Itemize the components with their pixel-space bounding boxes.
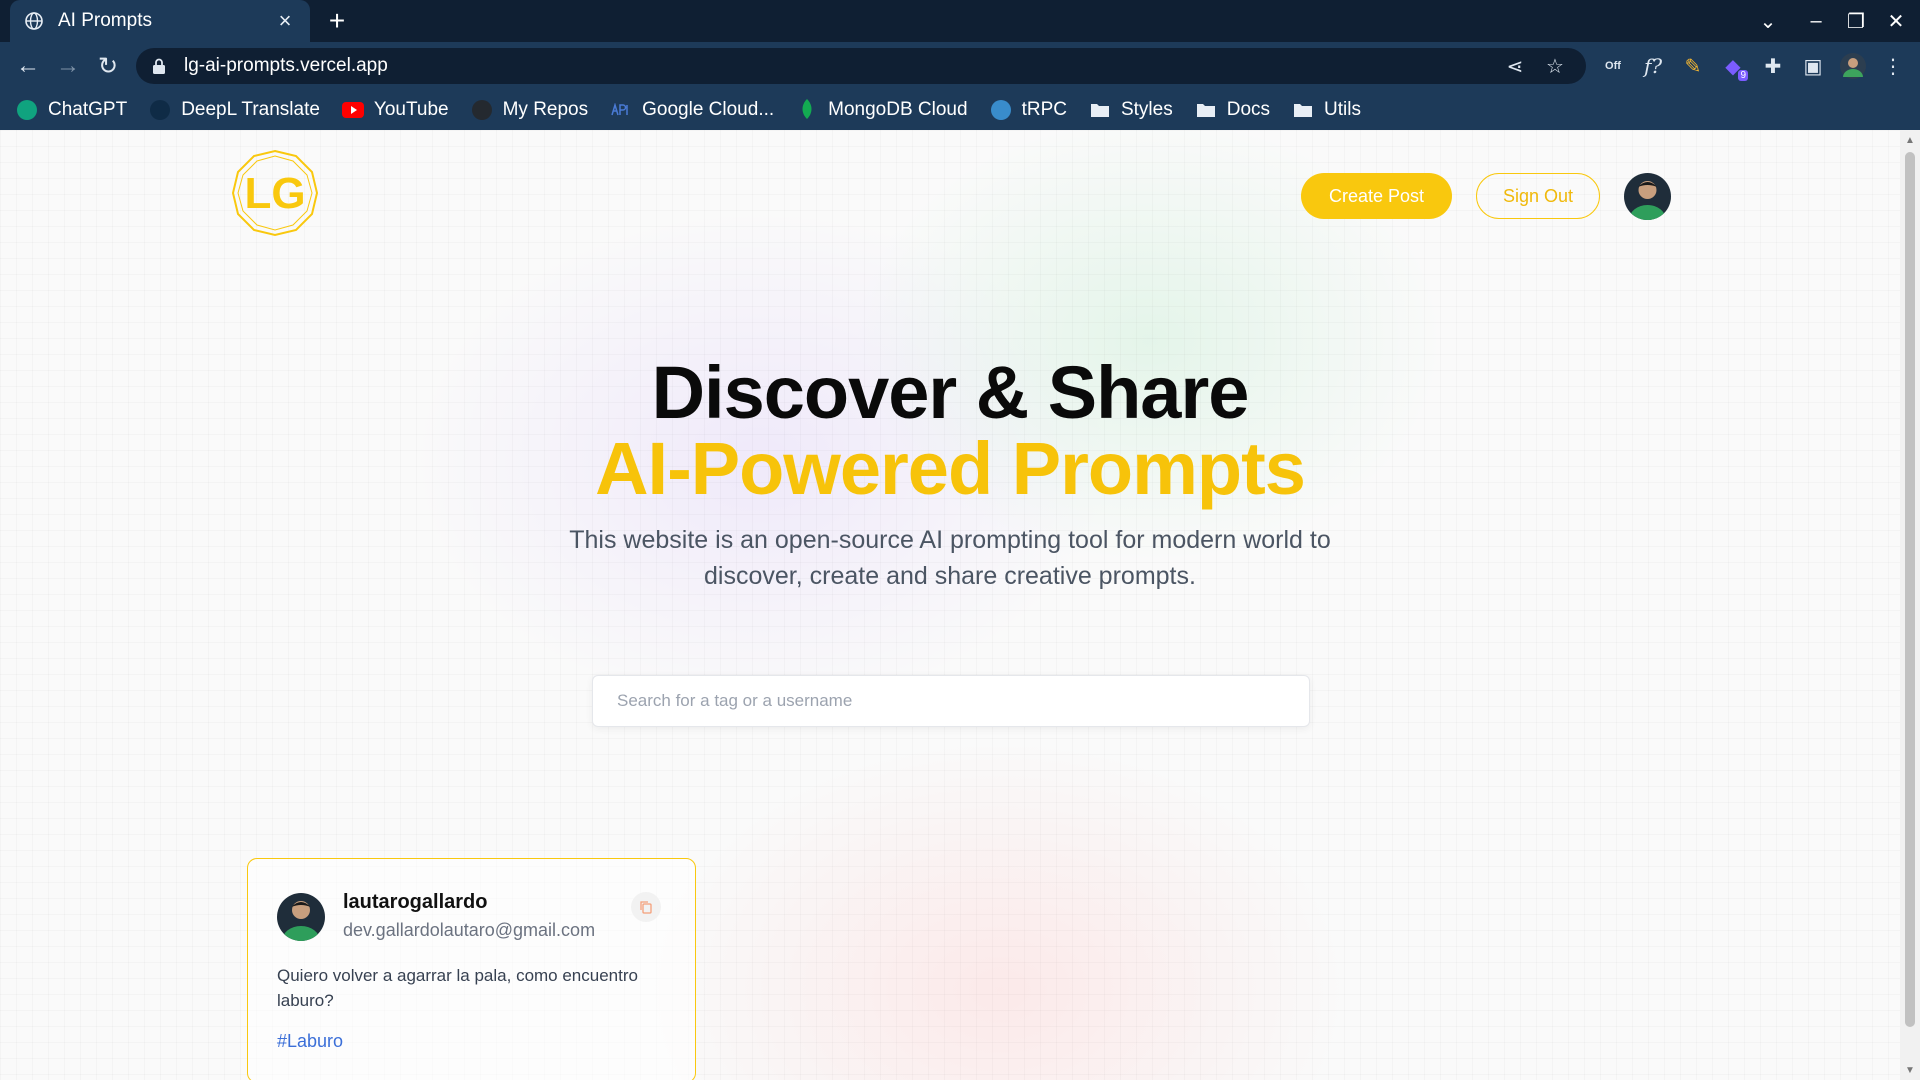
bookmark-label: My Repos (502, 99, 589, 120)
page-scrollbar[interactable]: ▲ ▼ (1900, 130, 1920, 1080)
folder-icon (1292, 99, 1314, 121)
chatgpt-icon (16, 99, 38, 121)
post-author-avatar[interactable] (277, 893, 325, 941)
restore-button[interactable]: ❐ (1836, 0, 1876, 42)
bookmark-label: Google Cloud... (642, 99, 775, 120)
formula-extension-label: f? (1643, 54, 1663, 78)
url-text: lg-ai-prompts.vercel.app (184, 55, 388, 76)
sign-out-button[interactable]: Sign Out (1476, 173, 1600, 219)
user-avatar[interactable] (1624, 173, 1671, 220)
deepl-icon (149, 99, 171, 121)
bookmark-label: YouTube (373, 99, 449, 120)
copy-button[interactable] (631, 892, 661, 922)
new-tab-button[interactable]: + (322, 5, 352, 36)
bookmark-item[interactable]: tRPC (990, 94, 1067, 126)
bookmark-label: ChatGPT (48, 99, 128, 120)
create-post-button[interactable]: Create Post (1301, 173, 1452, 219)
tab-close-icon[interactable]: × (274, 8, 296, 33)
folder-icon (1195, 99, 1217, 121)
bookmark-label: Styles (1120, 99, 1173, 120)
lg-logo[interactable]: LG (230, 148, 320, 238)
post-prompt-text: Quiero volver a agarrar la pala, como en… (277, 966, 638, 1010)
bookmarks-bar: ChatGPT DeepL Translate YouTube My Repos Goo… (0, 90, 1920, 130)
extension-badge: 9 (1738, 70, 1748, 81)
extension-off-icon[interactable]: Off (1598, 51, 1628, 81)
extension-off-label: Off (1605, 60, 1621, 72)
forward-button[interactable]: → (52, 50, 84, 82)
trpc-icon (990, 99, 1012, 121)
mongodb-icon (796, 99, 818, 121)
lock-icon (153, 58, 165, 74)
browser-toolbar: ← → ↻ lg-ai-prompts.vercel.app ⋖ ☆ Off f… (0, 42, 1920, 90)
side-panel-icon[interactable]: ▣ (1798, 51, 1828, 81)
window-close-button[interactable]: ✕ (1876, 0, 1916, 42)
profile-avatar-icon (1840, 53, 1866, 79)
browser-menu-icon[interactable]: ⋮ (1878, 51, 1908, 81)
scroll-up-arrow-icon[interactable]: ▲ (1904, 134, 1916, 146)
api-icon (610, 99, 632, 121)
github-icon (471, 99, 493, 121)
search-input[interactable] (592, 675, 1310, 727)
shield-extension-icon[interactable]: ◆ 9 (1718, 51, 1748, 81)
extensions-puzzle-icon[interactable]: ✚ (1758, 51, 1788, 81)
bookmark-item[interactable]: DeepL Translate (149, 94, 320, 126)
pen-extension-icon[interactable]: ✎ (1678, 51, 1708, 81)
browser-tab[interactable]: AI Prompts × (10, 0, 310, 42)
tab-title: AI Prompts (58, 10, 152, 31)
bookmark-item[interactable]: MongoDB Cloud (796, 94, 968, 126)
reload-button[interactable]: ↻ (92, 50, 124, 82)
scroll-down-arrow-icon[interactable]: ▼ (1904, 1064, 1916, 1076)
page-viewport: LG Create Post Sign Out Discover & Share… (0, 130, 1920, 1080)
bookmark-label: Utils (1324, 99, 1361, 120)
post-email: dev.gallardolautaro@gmail.com (343, 920, 596, 940)
profile-avatar[interactable] (1838, 51, 1868, 81)
tab-search-chevron-icon[interactable]: ⌄ (1748, 0, 1788, 42)
minimize-button[interactable]: – (1796, 0, 1836, 42)
bookmark-item[interactable]: Styles (1089, 94, 1173, 126)
post-username[interactable]: lautarogallardo (343, 891, 487, 914)
post-author-avatar-image (277, 893, 325, 941)
folder-icon (1089, 99, 1111, 121)
hero-description: This website is an open-source AI prompt… (569, 526, 1331, 590)
bookmark-item[interactable]: Docs (1195, 94, 1270, 126)
copy-icon (640, 901, 652, 914)
scrollbar-thumb[interactable] (1905, 152, 1915, 1027)
hero-title-line2: AI-Powered Prompts (595, 427, 1306, 510)
address-bar[interactable]: lg-ai-prompts.vercel.app ⋖ ☆ (136, 48, 1586, 84)
bookmark-item[interactable]: My Repos (471, 94, 589, 126)
youtube-icon (341, 99, 364, 121)
globe-icon (25, 12, 43, 30)
share-icon[interactable]: ⋖ (1500, 51, 1530, 81)
bookmark-label: MongoDB Cloud (828, 99, 968, 120)
bookmark-star-icon[interactable]: ☆ (1540, 51, 1570, 81)
bookmark-label: Docs (1226, 99, 1271, 120)
browser-tab-bar: AI Prompts × + ⌄ – ❐ ✕ (0, 0, 1920, 42)
back-button[interactable]: ← (12, 50, 44, 82)
bookmark-item[interactable]: ChatGPT (16, 94, 127, 126)
bookmark-label: tRPC (1021, 99, 1067, 120)
bookmark-item[interactable]: YouTube (341, 94, 449, 126)
user-avatar-image (1624, 173, 1671, 220)
formula-extension-icon[interactable]: f? (1638, 51, 1668, 81)
bookmark-item[interactable]: Utils (1292, 94, 1361, 126)
post-tag-link[interactable]: #Laburo (277, 1031, 343, 1052)
prompt-card: lautarogallardo dev.gallardolautaro@gmai… (247, 858, 696, 1080)
bookmark-item[interactable]: Google Cloud... (610, 94, 774, 126)
hero-title-line1: Discover & Share (651, 351, 1250, 434)
bookmark-label: DeepL Translate (181, 99, 320, 120)
logo-text: LG (244, 169, 305, 218)
